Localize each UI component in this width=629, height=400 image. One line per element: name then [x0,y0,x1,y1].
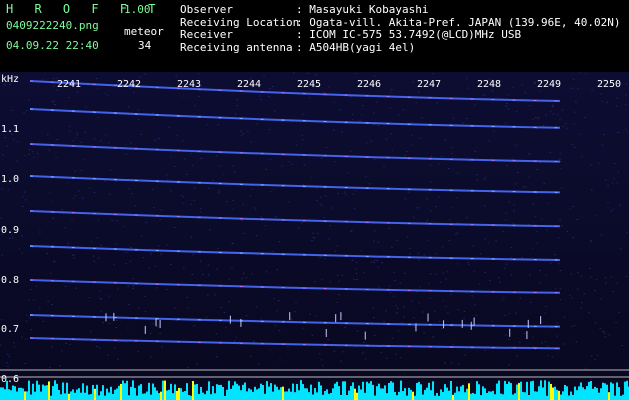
meteor-label: meteor [124,25,164,38]
time-tick-2243: 2243 [177,79,202,90]
time-tick-2250: 2250 [597,79,622,90]
freq-tick-0.7: 0.7 [1,324,20,335]
freq-tick-0.9: 0.9 [1,225,20,236]
label-observer: Observer [180,3,233,16]
info-labels: Observer Receiving Location Receiver Rec… [180,3,299,54]
label-antenna: Receiving antenna [180,40,293,54]
time-tick-2249: 2249 [537,79,562,90]
info-values: : Masayuki Kobayashi : Ogata-vill. Akita… [296,3,621,54]
freq-tick-1.1: 1.1 [1,124,20,135]
freq-tick-0.8: 0.8 [1,275,20,286]
unit-label: kHz [1,74,20,85]
time-tick-2246: 2246 [357,79,382,90]
time-tick-2242: 2242 [117,79,142,90]
time-tick-2247: 2247 [417,79,442,90]
freq-tick-0.6: 0.6 [1,374,20,385]
header-panel: H R O F F T 1.00 0409222240.png 04.09.22… [0,0,629,72]
time-tick-2244: 2244 [237,79,262,90]
label-receiver: Receiver [180,28,233,41]
value-observer: : Masayuki Kobayashi [296,3,429,16]
value-antenna: : A504HB(yagi 4el) [296,40,416,54]
time-tick-2248: 2248 [477,79,502,90]
app-version: 1.00 [124,3,151,16]
freq-tick-1.0: 1.0 [1,174,20,185]
spectrogram [0,72,629,400]
datetime: 04.09.22 22:40 [6,39,99,52]
value-receiver: : ICOM IC-575 53.7492(@LCD)MHz USB [296,28,522,41]
time-tick-2245: 2245 [297,79,322,90]
meteor-count: 34 [138,39,152,52]
time-tick-2241: 2241 [57,79,82,90]
filename: 0409222240.png [6,19,99,32]
